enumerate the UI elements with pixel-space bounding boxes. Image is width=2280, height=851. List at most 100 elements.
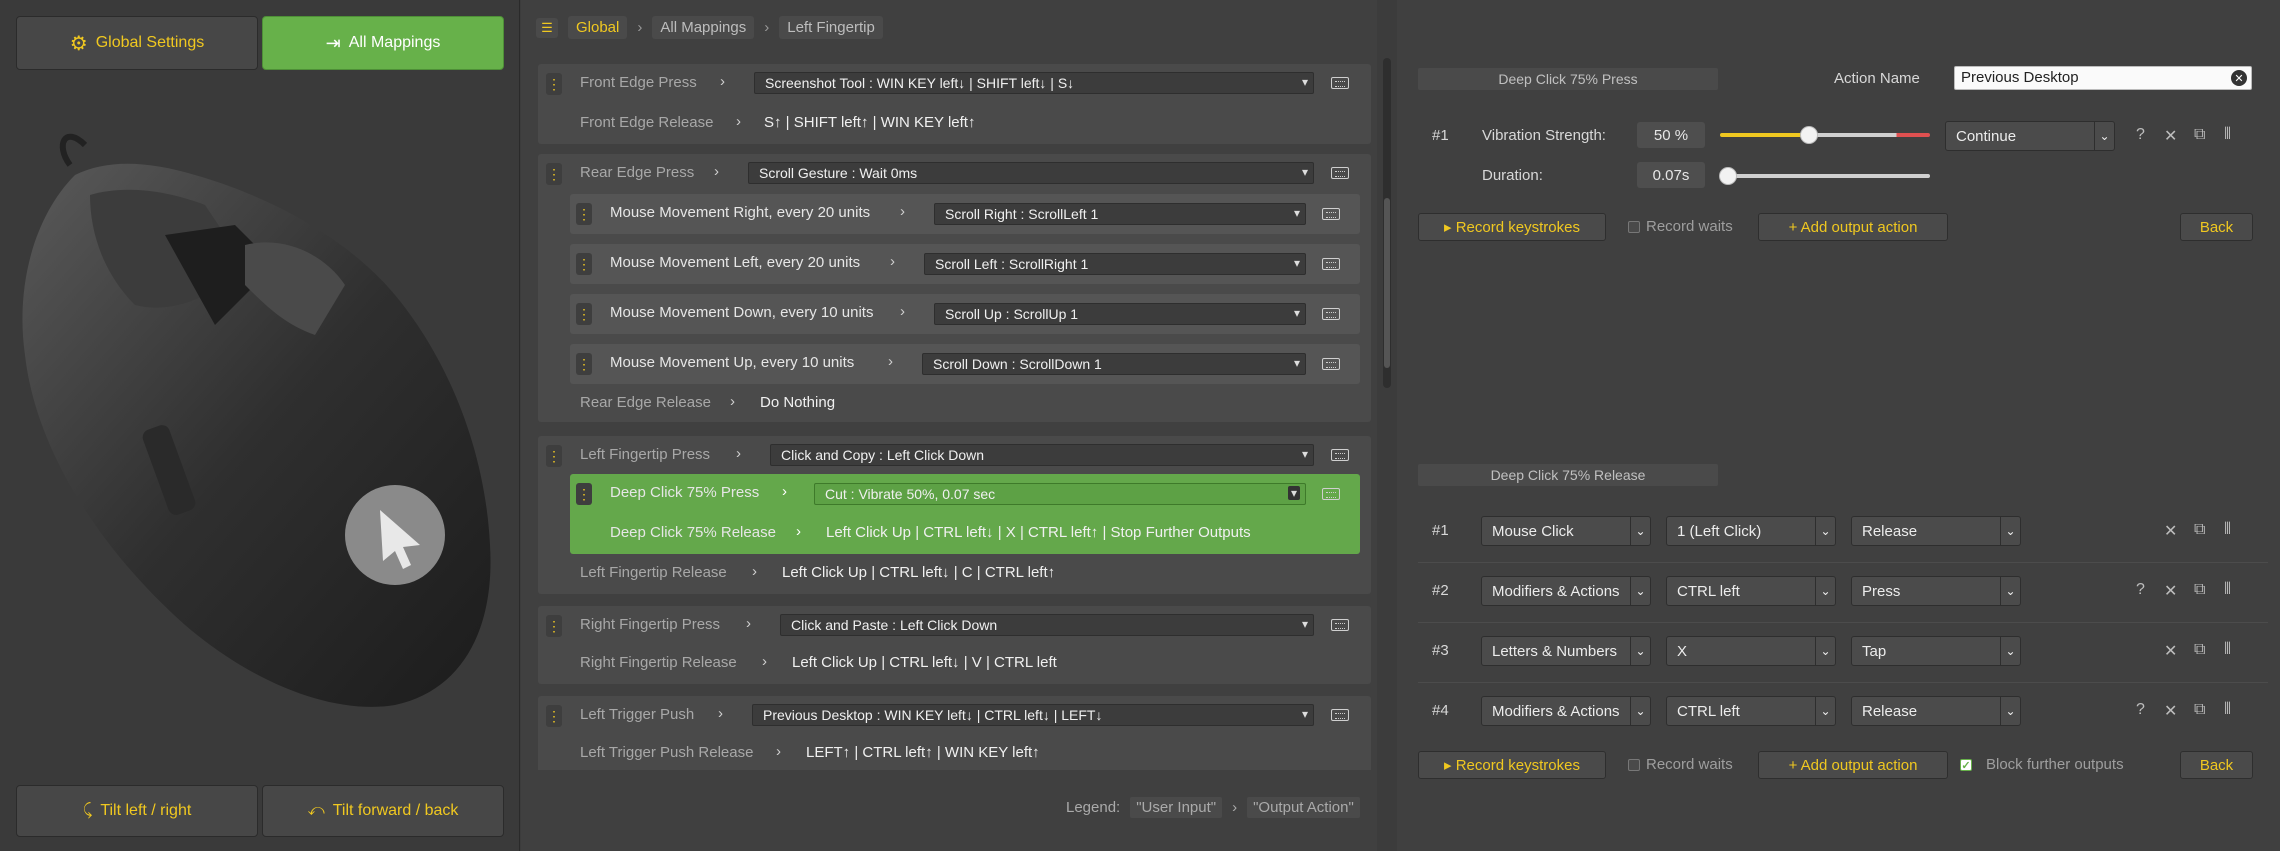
sub-trigger-label: Mouse Movement Right, every 20 units bbox=[610, 204, 871, 221]
duration-slider[interactable] bbox=[1720, 174, 1930, 178]
output-key-select[interactable]: CTRL left ⌄ bbox=[1666, 696, 1836, 726]
keyboard-icon[interactable] bbox=[1331, 619, 1349, 631]
keyboard-icon[interactable] bbox=[1322, 358, 1340, 370]
chevron-right-icon: › bbox=[900, 203, 905, 220]
left-fingertip-press-dropdown[interactable]: Click and Copy : Left Click Down ▾ bbox=[770, 444, 1314, 466]
close-icon[interactable]: ✕ bbox=[2164, 126, 2177, 146]
keyboard-icon[interactable] bbox=[1322, 488, 1340, 500]
rear-edge-release-action[interactable]: Do Nothing bbox=[760, 394, 835, 411]
output-event-select[interactable]: Release ⌄ bbox=[1851, 516, 2021, 546]
drag-handle-icon[interactable]: ⋮ bbox=[576, 253, 592, 275]
add-output-action-button[interactable]: + Add output action bbox=[1758, 213, 1948, 241]
rear-edge-press-dropdown[interactable]: Scroll Gesture : Wait 0ms ▾ bbox=[748, 162, 1314, 184]
left-trigger-push-dropdown[interactable]: Previous Desktop : WIN KEY left↓ | CTRL … bbox=[752, 704, 1314, 726]
front-edge-release-action[interactable]: S↑ | SHIFT left↑ | WIN KEY left↑ bbox=[764, 114, 975, 131]
back-button[interactable]: Back bbox=[2180, 751, 2253, 779]
drag-handle-icon[interactable]: ⋮ bbox=[576, 203, 592, 225]
record-waits-checkbox[interactable] bbox=[1628, 221, 1640, 233]
deep-click-release-action[interactable]: Left Click Up | CTRL left↓ | X | CTRL le… bbox=[826, 524, 1251, 541]
legend: Legend: "User Input" › "Output Action" bbox=[1066, 797, 1360, 818]
close-icon[interactable]: ✕ bbox=[2164, 641, 2177, 661]
drag-bars-icon[interactable]: ⦀ bbox=[2224, 641, 2231, 659]
breadcrumb-left-fingertip[interactable]: Left Fingertip bbox=[779, 16, 883, 39]
deep-click-press-dropdown[interactable]: Cut : Vibrate 50%, 0.07 sec ▾ bbox=[814, 483, 1306, 505]
drag-handle-icon[interactable]: ⋮ bbox=[546, 163, 562, 185]
keyboard-icon[interactable] bbox=[1322, 308, 1340, 320]
output-key-select[interactable]: CTRL left ⌄ bbox=[1666, 576, 1836, 606]
help-icon[interactable]: ? bbox=[2136, 581, 2145, 599]
block-further-outputs-checkbox[interactable]: ✓ bbox=[1960, 759, 1972, 772]
drag-handle-icon[interactable]: ⋮ bbox=[546, 445, 562, 467]
output-key-select[interactable]: X ⌄ bbox=[1666, 636, 1836, 666]
breadcrumb-all-mappings[interactable]: All Mappings bbox=[652, 16, 755, 39]
sub-action-dropdown[interactable]: Scroll Down : ScrollDown 1 ▾ bbox=[922, 353, 1306, 375]
drag-handle-icon[interactable]: ⋮ bbox=[546, 73, 562, 95]
tilt-left-right-button[interactable]: ⤹ Tilt left / right bbox=[16, 785, 258, 837]
action-name-input[interactable]: Previous Desktop ✕ bbox=[1954, 66, 2252, 90]
vibration-slider-knob[interactable] bbox=[1800, 126, 1818, 144]
sub-action-dropdown[interactable]: Scroll Right : ScrollLeft 1 ▾ bbox=[934, 203, 1306, 225]
record-keystrokes-button[interactable]: ▸ Record keystrokes bbox=[1418, 751, 1606, 779]
vibration-strength-slider[interactable] bbox=[1720, 133, 1930, 137]
left-fingertip-release-action[interactable]: Left Click Up | CTRL left↓ | C | CTRL le… bbox=[782, 564, 1055, 581]
tilt-forward-back-button[interactable]: ⤺ Tilt forward / back bbox=[262, 785, 504, 837]
right-fingertip-release-action[interactable]: Left Click Up | CTRL left↓ | V | CTRL le… bbox=[792, 654, 1057, 671]
keyboard-icon[interactable] bbox=[1331, 449, 1349, 461]
output-event-select[interactable]: Tap ⌄ bbox=[1851, 636, 2021, 666]
output-event-select[interactable]: Release ⌄ bbox=[1851, 696, 2021, 726]
right-fingertip-press-dropdown[interactable]: Click and Paste : Left Click Down ▾ bbox=[780, 614, 1314, 636]
back-button[interactable]: Back bbox=[2180, 213, 2253, 241]
record-waits-checkbox[interactable] bbox=[1628, 759, 1640, 771]
drag-handle-icon[interactable]: ⋮ bbox=[576, 353, 592, 375]
keyboard-icon[interactable] bbox=[1331, 77, 1349, 89]
keyboard-icon[interactable] bbox=[1322, 258, 1340, 270]
output-key-select[interactable]: 1 (Left Click) ⌄ bbox=[1666, 516, 1836, 546]
release-section-title: Deep Click 75% Release bbox=[1418, 464, 1718, 486]
vibration-strength-value[interactable]: 50 % bbox=[1637, 122, 1705, 148]
scrollbar-thumb[interactable] bbox=[1384, 198, 1390, 368]
output-type-select[interactable]: Modifiers & Actions ⌄ bbox=[1481, 576, 1651, 606]
copy-icon[interactable]: ⧉ bbox=[2194, 641, 2205, 659]
copy-icon[interactable]: ⧉ bbox=[2194, 581, 2205, 599]
output-mode-select[interactable]: Continue ⌄ bbox=[1945, 121, 2115, 151]
front-edge-press-dropdown[interactable]: Screenshot Tool : WIN KEY left↓ | SHIFT … bbox=[754, 72, 1314, 94]
close-icon[interactable]: ✕ bbox=[2164, 581, 2177, 601]
add-output-action-button[interactable]: + Add output action bbox=[1758, 751, 1948, 779]
global-settings-button[interactable]: ⚙ Global Settings bbox=[16, 16, 258, 70]
drag-handle-icon[interactable]: ⋮ bbox=[576, 483, 592, 505]
sub-action-dropdown[interactable]: Scroll Left : ScrollRight 1 ▾ bbox=[924, 253, 1306, 275]
drag-handle-icon[interactable]: ⋮ bbox=[546, 615, 562, 637]
scrollbar[interactable] bbox=[1383, 58, 1391, 388]
clear-icon[interactable]: ✕ bbox=[2231, 70, 2247, 86]
output-type-select[interactable]: Modifiers & Actions ⌄ bbox=[1481, 696, 1651, 726]
duration-slider-knob[interactable] bbox=[1719, 167, 1737, 185]
keyboard-icon[interactable] bbox=[1322, 208, 1340, 220]
close-icon[interactable]: ✕ bbox=[2164, 701, 2177, 721]
breadcrumb-global[interactable]: Global bbox=[568, 16, 628, 39]
drag-handle-icon[interactable]: ⋮ bbox=[546, 705, 562, 727]
drag-bars-icon[interactable]: ⦀ bbox=[2224, 581, 2231, 599]
keyboard-icon[interactable] bbox=[1331, 709, 1349, 721]
keyboard-icon[interactable] bbox=[1331, 167, 1349, 179]
help-icon[interactable]: ? bbox=[2136, 701, 2145, 719]
record-keystrokes-button[interactable]: ▸ Record keystrokes bbox=[1418, 213, 1606, 241]
copy-icon[interactable]: ⧉ bbox=[2194, 126, 2205, 144]
close-icon[interactable]: ✕ bbox=[2164, 521, 2177, 541]
menu-icon[interactable]: ☰ bbox=[536, 17, 558, 38]
output-type-select[interactable]: Letters & Numbers ⌄ bbox=[1481, 636, 1651, 666]
drag-bars-icon[interactable]: ⦀ bbox=[2224, 126, 2231, 144]
help-icon[interactable]: ? bbox=[2136, 126, 2145, 144]
left-trigger-push-label: Left Trigger Push bbox=[580, 706, 695, 723]
copy-icon[interactable]: ⧉ bbox=[2194, 521, 2205, 539]
drag-bars-icon[interactable]: ⦀ bbox=[2224, 521, 2231, 539]
sub-action-dropdown[interactable]: Scroll Up : ScrollUp 1 ▾ bbox=[934, 303, 1306, 325]
output-type-select[interactable]: Mouse Click ⌄ bbox=[1481, 516, 1651, 546]
copy-icon[interactable]: ⧉ bbox=[2194, 701, 2205, 719]
drag-handle-icon[interactable]: ⋮ bbox=[576, 303, 592, 325]
duration-value[interactable]: 0.07s bbox=[1637, 162, 1705, 188]
chevron-right-icon: › bbox=[718, 705, 723, 722]
output-event-select[interactable]: Press ⌄ bbox=[1851, 576, 2021, 606]
left-trigger-release-action[interactable]: LEFT↑ | CTRL left↑ | WIN KEY left↑ bbox=[806, 744, 1040, 761]
drag-bars-icon[interactable]: ⦀ bbox=[2224, 701, 2231, 719]
all-mappings-button[interactable]: ⇥ All Mappings bbox=[262, 16, 504, 70]
